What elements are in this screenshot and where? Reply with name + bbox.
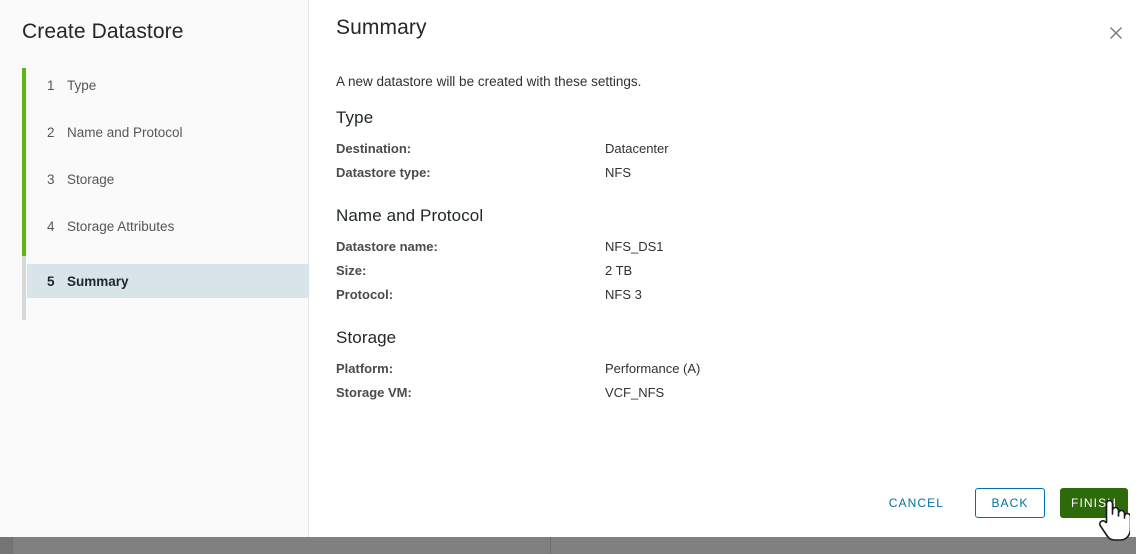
background-strip-divider-left bbox=[12, 537, 13, 554]
wizard-content-panel: Summary A new datastore will be created … bbox=[309, 0, 1136, 537]
summary-row-datastore-type: Datastore type: NFS bbox=[336, 165, 1116, 189]
finish-button[interactable]: FINISH bbox=[1060, 488, 1128, 518]
summary-sections: Type Destination: Datacenter Datastore t… bbox=[336, 108, 1116, 426]
summary-intro-text: A new datastore will be created with the… bbox=[336, 74, 642, 89]
row-value: NFS bbox=[605, 165, 631, 180]
summary-row-protocol: Protocol: NFS 3 bbox=[336, 287, 1116, 311]
wizard-sidebar: Create Datastore 1 Type 2 Name and Proto… bbox=[0, 0, 309, 537]
step-number: 2 bbox=[47, 124, 55, 140]
step-label: Name and Protocol bbox=[67, 124, 183, 140]
close-button[interactable] bbox=[1103, 20, 1129, 46]
step-number: 4 bbox=[47, 218, 55, 234]
page-title: Summary bbox=[336, 16, 427, 39]
row-value: NFS 3 bbox=[605, 287, 642, 302]
row-value: Datacenter bbox=[605, 141, 669, 156]
progress-rail-completed bbox=[22, 68, 26, 256]
summary-row-destination: Destination: Datacenter bbox=[336, 141, 1116, 165]
section-heading: Storage bbox=[336, 328, 397, 347]
step-label: Storage bbox=[67, 171, 115, 187]
row-value: Performance (A) bbox=[605, 361, 701, 376]
step-number: 5 bbox=[47, 273, 55, 289]
row-label: Destination: bbox=[336, 141, 412, 156]
section-heading: Name and Protocol bbox=[336, 206, 484, 225]
summary-row-datastore-name: Datastore name: NFS_DS1 bbox=[336, 239, 1116, 263]
row-value: NFS_DS1 bbox=[605, 239, 664, 254]
step-number: 1 bbox=[47, 77, 55, 93]
row-label: Platform: bbox=[336, 361, 394, 376]
background-strip-left-edge bbox=[0, 537, 12, 554]
step-label: Storage Attributes bbox=[67, 218, 175, 234]
close-icon bbox=[1110, 27, 1122, 39]
summary-row-storage-vm: Storage VM: VCF_NFS bbox=[336, 385, 1116, 409]
step-label: Summary bbox=[67, 273, 129, 289]
step-label: Type bbox=[67, 77, 97, 93]
summary-section-name-and-protocol: Name and Protocol Datastore name: NFS_DS… bbox=[336, 206, 1116, 311]
sidebar-step-name-and-protocol[interactable]: 2 Name and Protocol bbox=[27, 115, 309, 149]
wizard-title: Create Datastore bbox=[22, 20, 184, 43]
sidebar-step-storage-attributes[interactable]: 4 Storage Attributes bbox=[27, 209, 309, 243]
sidebar-step-type[interactable]: 1 Type bbox=[27, 68, 309, 102]
progress-rail-remaining bbox=[22, 256, 26, 320]
row-value: VCF_NFS bbox=[605, 385, 665, 400]
row-label: Storage VM: bbox=[336, 385, 412, 400]
row-label: Size: bbox=[336, 263, 367, 278]
cancel-button[interactable]: CANCEL bbox=[874, 488, 959, 518]
background-window-strip bbox=[0, 537, 1136, 554]
summary-row-size: Size: 2 TB bbox=[336, 263, 1116, 287]
summary-section-type: Type Destination: Datacenter Datastore t… bbox=[336, 108, 1116, 189]
summary-row-platform: Platform: Performance (A) bbox=[336, 361, 1116, 385]
create-datastore-wizard: Create Datastore 1 Type 2 Name and Proto… bbox=[0, 0, 1136, 537]
summary-section-storage: Storage Platform: Performance (A) Storag… bbox=[336, 328, 1116, 409]
background-strip-divider-mid bbox=[550, 537, 551, 554]
step-number: 3 bbox=[47, 171, 55, 187]
sidebar-step-summary[interactable]: 5 Summary bbox=[27, 264, 309, 298]
row-value: 2 TB bbox=[605, 263, 633, 278]
row-label: Datastore type: bbox=[336, 165, 431, 180]
row-label: Protocol: bbox=[336, 287, 394, 302]
back-button[interactable]: BACK bbox=[975, 488, 1045, 518]
section-heading: Type bbox=[336, 108, 374, 127]
sidebar-step-storage[interactable]: 3 Storage bbox=[27, 162, 309, 196]
row-label: Datastore name: bbox=[336, 239, 438, 254]
wizard-footer: CANCEL BACK FINISH bbox=[874, 488, 1128, 518]
